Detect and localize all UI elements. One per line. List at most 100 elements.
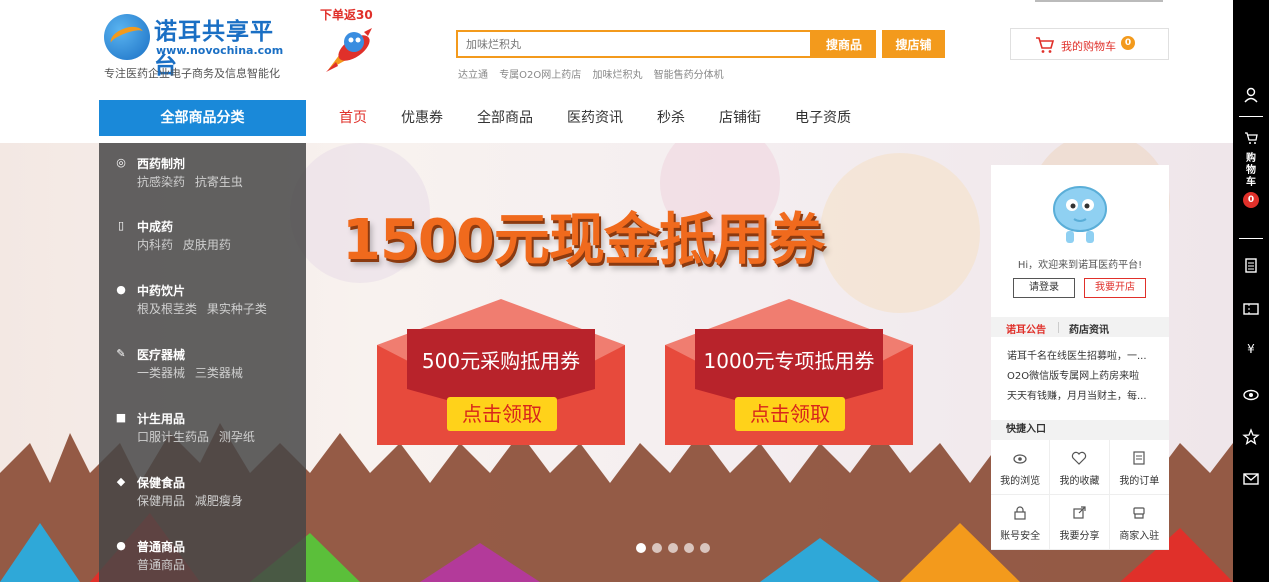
slider-dot[interactable] <box>668 543 678 553</box>
coupon-envelope-1000[interactable]: 1000元专项抵用券 点击领取 <box>665 299 913 445</box>
slider-dot[interactable] <box>636 543 646 553</box>
subcategory-link[interactable]: 皮肤用药 <box>183 238 231 252</box>
toolbar-divider <box>1239 116 1263 117</box>
quick-link-orders[interactable]: 我的订单 <box>1109 440 1169 495</box>
logo-mark-icon <box>104 14 150 60</box>
subcategory-link[interactable]: 普通商品 <box>137 558 185 572</box>
eye-icon <box>1013 454 1027 464</box>
category-title[interactable]: 中成药 <box>137 218 173 235</box>
quick-link-security[interactable]: 账号安全 <box>991 495 1051 550</box>
category-title[interactable]: 保健食品 <box>137 474 185 491</box>
hot-word-link[interactable]: 加味烂积丸 <box>592 70 642 81</box>
slider-dot[interactable] <box>652 543 662 553</box>
hot-word-link[interactable]: 智能售药分体机 <box>654 70 724 81</box>
category-menu: ◎ 西药制剂 抗感染药 抗寄生虫 ▯ 中成药 内科药 皮肤用药 ● 中药饮片 根… <box>99 143 306 582</box>
pill-icon: ◎ <box>116 156 126 169</box>
tab-pharmacy-news[interactable]: 药店资讯 <box>1069 321 1109 336</box>
site-logo[interactable]: 诺耳共享平台 www.novochina.com 专注医药企业电子商务及信息智能… <box>104 12 294 82</box>
nav-flash-sale[interactable]: 秒杀 <box>640 100 702 136</box>
quick-link-merchant-join[interactable]: 商家入驻 <box>1109 495 1169 550</box>
subcategory-link[interactable]: 一类器械 <box>137 366 185 380</box>
toolbar-cart-label: 购物车 <box>1246 153 1256 188</box>
claim-coupon-button[interactable]: 点击领取 <box>735 397 845 431</box>
open-shop-button[interactable]: 我要开店 <box>1084 278 1146 298</box>
subcategory-link[interactable]: 测孕纸 <box>219 430 255 444</box>
nav-coupons[interactable]: 优惠券 <box>384 100 460 136</box>
category-item-herbal-pieces[interactable]: ● 中药饮片 根及根茎类 果实种子类 <box>99 275 306 335</box>
share-icon <box>1073 506 1087 519</box>
category-title[interactable]: 医疗器械 <box>137 346 185 363</box>
subcategory-link[interactable]: 三类器械 <box>195 366 243 380</box>
news-item[interactable]: O2O微信版专属网上药房来啦 <box>1007 367 1159 387</box>
category-item-family-planning[interactable]: ■ 计生用品 口服计生药品 测孕纸 <box>99 403 306 463</box>
logo-url: www.novochina.com <box>156 44 284 57</box>
category-item-medical-devices[interactable]: ✎ 医疗器械 一类器械 三类器械 <box>99 339 306 399</box>
hot-word-link[interactable]: 专属O2O网上药店 <box>499 70 581 81</box>
hot-word-link[interactable]: 达立通 <box>458 70 488 81</box>
yen-icon[interactable]: ¥ <box>1233 342 1269 356</box>
subcategory-link[interactable]: 口服计生药品 <box>137 430 209 444</box>
order-list-icon[interactable] <box>1242 256 1260 274</box>
login-button[interactable]: 请登录 <box>1013 278 1075 298</box>
search-box[interactable] <box>456 30 812 58</box>
slider-dot[interactable] <box>684 543 694 553</box>
quick-link-favorites[interactable]: 我的收藏 <box>1050 440 1110 495</box>
cart-count-badge: 0 <box>1121 36 1135 50</box>
category-item-general-goods[interactable]: ● 普通商品 普通商品 <box>99 531 306 582</box>
user-icon[interactable] <box>1242 86 1260 104</box>
mail-icon[interactable] <box>1242 470 1260 488</box>
banner-slider-dots <box>636 543 710 553</box>
category-item-chinese-patent-medicine[interactable]: ▯ 中成药 内科药 皮肤用药 <box>99 211 306 271</box>
nav-medical-news[interactable]: 医药资讯 <box>550 100 640 136</box>
cart-icon <box>1036 37 1055 53</box>
quick-link-label: 我的浏览 <box>1000 476 1041 487</box>
claim-coupon-button[interactable]: 点击领取 <box>447 397 557 431</box>
category-title[interactable]: 普通商品 <box>137 538 185 555</box>
nav-all-products[interactable]: 全部商品 <box>460 100 550 136</box>
news-list: 诺耳千名在线医生招募啦，一... O2O微信版专属网上药房来啦 天天有钱赚，月月… <box>1007 347 1159 407</box>
news-item[interactable]: 诺耳千名在线医生招募啦，一... <box>1007 347 1159 367</box>
toolbar-cart[interactable]: 购物车 0 <box>1233 130 1269 208</box>
subcategory-link[interactable]: 果实种子类 <box>207 302 267 316</box>
coupon-envelope-500[interactable]: 500元采购抵用券 点击领取 <box>377 299 625 445</box>
user-panel: Hi，欢迎来到诺耳医药平台! 请登录 我要开店 诺耳公告 药店资讯 诺耳千名在线… <box>991 165 1169 550</box>
search-goods-button[interactable]: 搜商品 <box>812 30 876 58</box>
main-nav: 首页 优惠券 全部商品 医药资讯 秒杀 店铺街 电子资质 <box>322 100 868 136</box>
subcategory-link[interactable]: 根及根茎类 <box>137 302 197 316</box>
star-icon[interactable] <box>1242 428 1260 446</box>
coupon-icon[interactable] <box>1242 300 1260 318</box>
slider-dot[interactable] <box>700 543 710 553</box>
eye-icon[interactable] <box>1242 386 1260 404</box>
subcategory-link[interactable]: 抗感染药 <box>137 175 185 189</box>
quick-link-history[interactable]: 我的浏览 <box>991 440 1051 495</box>
category-item-western-medicine[interactable]: ◎ 西药制剂 抗感染药 抗寄生虫 <box>99 148 306 208</box>
tab-announcements[interactable]: 诺耳公告 <box>1006 321 1046 336</box>
subcategory-link[interactable]: 抗寄生虫 <box>195 175 243 189</box>
circle-icon: ● <box>116 539 126 552</box>
category-title[interactable]: 计生用品 <box>137 410 185 427</box>
quick-link-label: 账号安全 <box>1000 531 1041 542</box>
subcategory-link[interactable]: 保健用品 <box>137 494 185 508</box>
category-title[interactable]: 西药制剂 <box>137 155 185 172</box>
rocket-mascot-icon <box>326 28 372 72</box>
category-title[interactable]: 中药饮片 <box>137 282 185 299</box>
news-item[interactable]: 天天有钱赚，月月当财主，每... <box>1007 387 1159 407</box>
toolbar-cart-count: 0 <box>1243 192 1259 208</box>
category-subs: 抗感染药 抗寄生虫 <box>137 173 249 190</box>
store-icon <box>1133 507 1145 519</box>
category-item-health-food[interactable]: ◆ 保健食品 保健用品 减肥瘦身 <box>99 467 306 527</box>
subcategory-link[interactable]: 减肥瘦身 <box>195 494 243 508</box>
cart-label: 我的购物车 <box>1061 40 1116 53</box>
cart-button[interactable]: 我的购物车 0 <box>1010 28 1169 60</box>
promo-badge[interactable]: 下单返30 <box>316 6 388 76</box>
nav-home[interactable]: 首页 <box>322 100 384 136</box>
subcategory-link[interactable]: 内科药 <box>137 238 173 252</box>
nav-shop-street[interactable]: 店铺街 <box>702 100 778 136</box>
nav-e-qualification[interactable]: 电子资质 <box>778 100 868 136</box>
quick-link-label: 我要分享 <box>1059 531 1100 542</box>
search-input[interactable] <box>458 32 810 56</box>
quick-link-share[interactable]: 我要分享 <box>1050 495 1110 550</box>
all-categories-header[interactable]: 全部商品分类 <box>99 100 306 136</box>
search-shop-button[interactable]: 搜店铺 <box>882 30 945 58</box>
toolbar-divider <box>1239 238 1263 239</box>
